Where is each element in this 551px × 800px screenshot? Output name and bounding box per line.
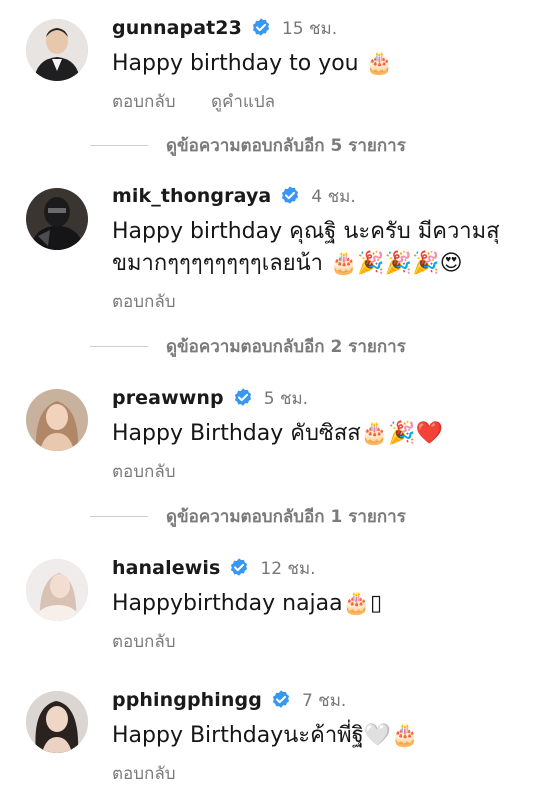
comment-header: pphingphingg 7 ชม. [112,686,346,714]
view-more-replies-label: ดูข้อความตอบกลับอีก 5 รายการ [166,135,406,156]
avatar[interactable] [26,188,88,250]
comment-header: hanalewis 12 ชม. [112,554,316,582]
avatar-image [26,389,88,451]
reply-button[interactable]: ตอบกลับ [112,92,176,112]
divider [90,345,148,347]
avatar-image [26,691,88,753]
avatar[interactable] [26,559,88,621]
view-more-replies-button[interactable]: ดูข้อความตอบกลับอีก 5 รายการ [90,133,406,157]
username[interactable]: hanalewis [112,557,220,579]
verified-badge-icon [279,185,301,207]
see-translation-button[interactable]: ดูคำแปล [211,92,275,112]
avatar-image [26,188,88,250]
username[interactable]: preawwnp [112,387,224,409]
comment-actions: ตอบกลับ [112,288,206,315]
comment-text: Happy birthday คุณฐิ นะครับ มีความสุขมาก… [112,219,500,276]
verified-badge-icon [232,387,254,409]
view-more-replies-button[interactable]: ดูข้อความตอบกลับอีก 2 รายการ [90,334,406,358]
comment-text: Happy Birthdayนะค้าพี่ฐิ🤍🎂 [112,723,419,748]
timestamp: 5 ชม. [263,388,309,409]
comment-header: mik_thongraya 4 ชม. [112,182,356,210]
reply-button[interactable]: ตอบกลับ [112,462,176,482]
timestamp: 4 ชม. [311,186,356,207]
comment-text: Happy birthday to you 🎂 [112,51,394,76]
timestamp: 7 ชม. [301,690,347,711]
username[interactable]: gunnapat23 [112,17,242,39]
comment-text: Happybirthday najaa🎂▯ [112,591,383,616]
divider [90,515,148,517]
verified-badge-icon [250,17,272,39]
username[interactable]: pphingphingg [112,689,262,711]
avatar[interactable] [26,389,88,451]
comment-header: gunnapat23 15 ชม. [112,14,337,42]
avatar-image [26,19,88,81]
username[interactable]: mik_thongraya [112,185,271,207]
timestamp: 12 ชม. [260,558,316,579]
timestamp: 15 ชม. [281,18,338,39]
reply-button[interactable]: ตอบกลับ [112,292,176,312]
avatar[interactable] [26,19,88,81]
comment-actions: ตอบกลับ [112,458,206,485]
divider [90,144,148,146]
comment-text: Happy Birthday คับซิสส🎂🎉❤️ [112,421,443,446]
comment-actions: ตอบกลับ ดูคำแปล [112,88,305,115]
verified-badge-icon [270,689,292,711]
view-more-replies-label: ดูข้อความตอบกลับอีก 2 รายการ [166,336,406,357]
verified-badge-icon [228,557,250,579]
reply-button[interactable]: ตอบกลับ [112,764,176,784]
comment-actions: ตอบกลับ [112,760,206,787]
avatar[interactable] [26,691,88,753]
view-more-replies-button[interactable]: ดูข้อความตอบกลับอีก 1 รายการ [90,504,406,528]
comment-header: preawwnp 5 ชม. [112,384,308,412]
reply-button[interactable]: ตอบกลับ [112,632,176,652]
comment-actions: ตอบกลับ [112,628,206,655]
avatar-image [26,559,88,621]
view-more-replies-label: ดูข้อความตอบกลับอีก 1 รายการ [166,506,406,527]
